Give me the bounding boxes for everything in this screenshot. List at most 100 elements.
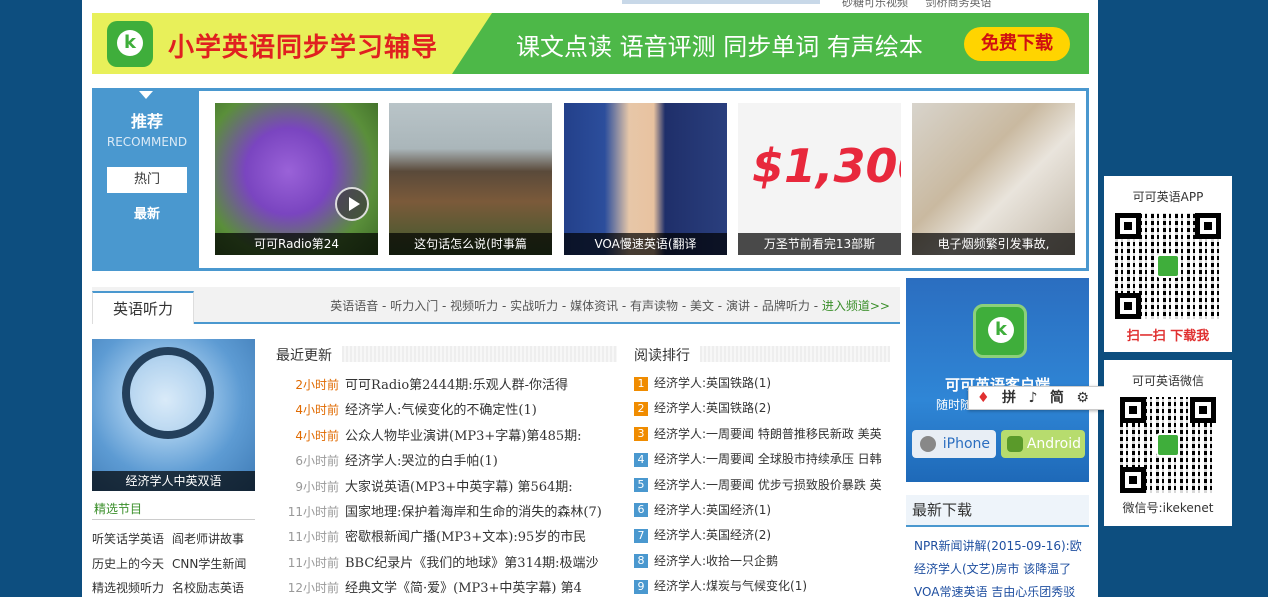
wechat-id: 微信号:ikekenet xyxy=(1122,501,1214,515)
recommend-sidebar: 推荐 RECOMMEND 热门 最新 xyxy=(95,91,199,268)
thumbnail-phrase[interactable]: 这句话怎么说(时事篇 xyxy=(389,103,552,255)
program-row: 听笑话学英语 阎老师讲故事 xyxy=(92,530,262,555)
banner-features: 课文点读 语音评测 同步单词 有声绘本 xyxy=(516,33,923,61)
ime-simplified-button[interactable]: 简 xyxy=(1050,387,1064,409)
latest-downloads-title: 最新下载 xyxy=(906,495,1089,527)
thumbnail-caption[interactable]: 可可Radio第24 xyxy=(215,233,378,255)
program-link[interactable]: 听笑话学英语 xyxy=(92,530,172,547)
enter-channel-link[interactable]: 进入频道>> xyxy=(822,299,890,313)
rank-link[interactable]: 经济学人:英国经济(2) xyxy=(654,528,771,542)
reading-rank-title: 阅读排行 xyxy=(634,348,690,364)
rank-link[interactable]: 经济学人:一周要闻 全球股市持续承压 日韩 xyxy=(654,452,882,466)
top-link[interactable]: 剑桥商务英语 xyxy=(926,0,992,9)
rank-number: 4 xyxy=(634,452,648,467)
featured-caption[interactable]: 经济学人中英双语 xyxy=(92,471,255,491)
listening-channel-links: 英语语音 - 听力入门 - 视频听力 - 实战听力 - 媒体资讯 - 有声读物 … xyxy=(330,297,890,314)
news-item[interactable]: 9小时前 大家说英语(MP3+中英字幕) 第564期: xyxy=(277,476,617,501)
news-time: 9小时前 xyxy=(295,479,339,494)
news-link[interactable]: 密歇根新闻广播(MP3+文本):95岁的市民 xyxy=(345,530,586,545)
top-link[interactable]: 砂糖可乐视频 xyxy=(842,0,908,9)
wechat-qr-title: 可可英语微信 xyxy=(1131,374,1204,388)
news-item[interactable]: 4小时前 公众人物毕业演讲(MP3+字幕)第485期: xyxy=(277,425,617,450)
news-link[interactable]: 公众人物毕业演讲(MP3+字幕)第485期: xyxy=(345,429,582,444)
news-item[interactable]: 4小时前 经济学人:气候变化的不确定性(1) xyxy=(277,399,617,424)
iphone-download-button[interactable]: iPhone xyxy=(912,430,996,458)
scan-download-text: 扫一扫 下载我 xyxy=(1126,329,1210,344)
android-download-button[interactable]: Android xyxy=(1001,430,1085,458)
rank-item[interactable]: 2 经济学人:英国铁路(2) xyxy=(634,399,890,424)
news-link[interactable]: 经济学人:哭泣的白手帕(1) xyxy=(345,454,498,469)
program-link[interactable]: 精选视频听力 xyxy=(92,579,172,596)
program-link[interactable]: 历史上的今天 xyxy=(92,555,172,572)
thumbnail-voa[interactable]: VOA慢速英语(翻译 xyxy=(564,103,727,255)
download-link[interactable]: VOA常速英语 吉由心乐团秀驳 xyxy=(914,583,1089,597)
rank-number: 1 xyxy=(634,376,648,391)
news-item[interactable]: 11小时前 国家地理:保护着海岸和生命的消失的森林(7) xyxy=(277,501,617,526)
featured-image[interactable]: 经济学人中英双语 xyxy=(92,339,255,491)
download-link[interactable]: 经济学人(文艺)房市 该降温了 xyxy=(914,560,1089,583)
rank-item[interactable]: 1 经济学人:英国铁路(1) xyxy=(634,374,890,399)
thumbnail-caption[interactable]: VOA慢速英语(翻译 xyxy=(564,233,727,255)
news-link[interactable]: 国家地理:保护着海岸和生命的消失的森林(7) xyxy=(345,505,602,520)
latest-updates-title: 最近更新 xyxy=(276,348,332,364)
play-icon[interactable] xyxy=(335,187,369,221)
news-item[interactable]: 11小时前 BBC纪录片《我们的地球》第314期:极端沙 xyxy=(277,552,617,577)
news-item[interactable]: 6小时前 经济学人:哭泣的白手帕(1) xyxy=(277,450,617,475)
news-time: 12小时前 xyxy=(287,581,339,596)
rank-item[interactable]: 3 经济学人:一周要闻 特朗普推移民新政 美英 xyxy=(634,425,890,450)
client-app-ad[interactable]: k 可可英语客户端 随时随 iPhone Android xyxy=(906,278,1089,482)
title-bar xyxy=(342,346,617,362)
ime-settings-icon[interactable]: ⚙ xyxy=(1076,387,1089,409)
notch-indicator xyxy=(139,91,153,99)
news-link[interactable]: BBC纪录片《我们的地球》第314期:极端沙 xyxy=(345,556,599,571)
rank-item[interactable]: 8 经济学人:收拾一只企鹅 xyxy=(634,552,890,577)
tab-hot[interactable]: 热门 xyxy=(107,167,187,193)
news-link[interactable]: 大家说英语(MP3+中英字幕) 第564期: xyxy=(345,480,573,495)
rank-item[interactable]: 6 经济学人:英国经济(1) xyxy=(634,501,890,526)
wechat-qr-code xyxy=(1120,397,1216,493)
program-link[interactable]: CNN学生新闻 xyxy=(172,555,252,572)
program-row: 历史上的今天 CNN学生新闻 xyxy=(92,555,262,580)
news-link[interactable]: 可可Radio第2444期:乐观人群-你活得 xyxy=(345,378,568,393)
rank-item[interactable]: 7 经济学人:英国经济(2) xyxy=(634,526,890,551)
news-item[interactable]: 12小时前 经典文学《简·爱》(MP3+中英字幕) 第4 xyxy=(277,577,617,597)
thumbnail-caption[interactable]: 电子烟频繁引发事故, xyxy=(912,233,1075,255)
news-link[interactable]: 经济学人:气候变化的不确定性(1) xyxy=(345,403,537,418)
rank-item[interactable]: 4 经济学人:一周要闻 全球股市持续承压 日韩 xyxy=(634,450,890,475)
ime-pinyin-button[interactable]: 拼 xyxy=(1002,387,1016,409)
thumbnail-radio[interactable]: 可可Radio第24 xyxy=(215,103,378,255)
thumbnail-halloween[interactable]: $1,300 万圣节前看完13部斯 xyxy=(738,103,901,255)
rank-item[interactable]: 9 经济学人:煤炭与气候变化(1) xyxy=(634,577,890,597)
thumbnail-ecig[interactable]: 电子烟频繁引发事故, xyxy=(912,103,1075,255)
channel-links-text[interactable]: 英语语音 - 听力入门 - 视频听力 - 实战听力 - 媒体资讯 - 有声读物 … xyxy=(330,299,822,313)
reading-rank-list: 1 经济学人:英国铁路(1) 2 经济学人:英国铁路(2) 3 经济学人:一周要闻 特朗普… xyxy=(634,374,890,597)
rank-link[interactable]: 经济学人:煤炭与气候变化(1) xyxy=(654,579,807,593)
thumbnail-caption[interactable]: 这句话怎么说(时事篇 xyxy=(389,233,552,255)
rank-link[interactable]: 经济学人:收拾一只企鹅 xyxy=(654,554,778,568)
app-ad-subtitle: 随时随 xyxy=(936,398,973,412)
program-link[interactable]: 阎老师讲故事 xyxy=(172,530,252,547)
free-download-button[interactable]: 免费下载 xyxy=(964,27,1070,61)
wechat-qr-float[interactable]: 可可英语微信 微信号:ikekenet xyxy=(1104,360,1232,526)
ime-logo-icon[interactable]: ♦ xyxy=(977,387,990,409)
rank-item[interactable]: 5 经济学人:一周要闻 优步亏损致股价暴跌 英 xyxy=(634,476,890,501)
download-link[interactable]: NPR新闻讲解(2015-09-16):欧 xyxy=(914,537,1089,560)
news-link[interactable]: 经典文学《简·爱》(MP3+中英字幕) 第4 xyxy=(345,581,582,596)
app-promo-banner[interactable]: k 小学英语同步学习辅导 课文点读 语音评测 同步单词 有声绘本 免费下载 xyxy=(92,13,1089,74)
rank-link[interactable]: 经济学人:英国经济(1) xyxy=(654,503,771,517)
app-qr-float[interactable]: 可可英语APP 扫一扫 下载我 xyxy=(1104,176,1232,352)
rank-link[interactable]: 经济学人:一周要闻 特朗普推移民新政 美英 xyxy=(654,427,882,441)
rank-number: 6 xyxy=(634,503,648,518)
news-item[interactable]: 11小时前 密歇根新闻广播(MP3+文本):95岁的市民 xyxy=(277,526,617,551)
rank-link[interactable]: 经济学人:英国铁路(2) xyxy=(654,401,771,415)
tab-new[interactable]: 最新 xyxy=(95,203,199,222)
rank-link[interactable]: 经济学人:一周要闻 优步亏损致股价暴跌 英 xyxy=(654,478,882,492)
thumbnail-caption[interactable]: 万圣节前看完13部斯 xyxy=(738,233,901,255)
rank-link[interactable]: 经济学人:英国铁路(1) xyxy=(654,376,771,390)
listening-section-header: 英语听力 英语语音 - 听力入门 - 视频听力 - 实战听力 - 媒体资讯 - … xyxy=(92,287,900,324)
tab-english-listening[interactable]: 英语听力 xyxy=(92,291,194,324)
program-link[interactable]: 名校励志英语 xyxy=(172,579,252,596)
k-logo-icon xyxy=(1156,254,1180,278)
news-item[interactable]: 2小时前 可可Radio第2444期:乐观人群-你活得 xyxy=(277,374,617,399)
ime-punctuation-icon[interactable]: ♪ xyxy=(1028,387,1037,409)
